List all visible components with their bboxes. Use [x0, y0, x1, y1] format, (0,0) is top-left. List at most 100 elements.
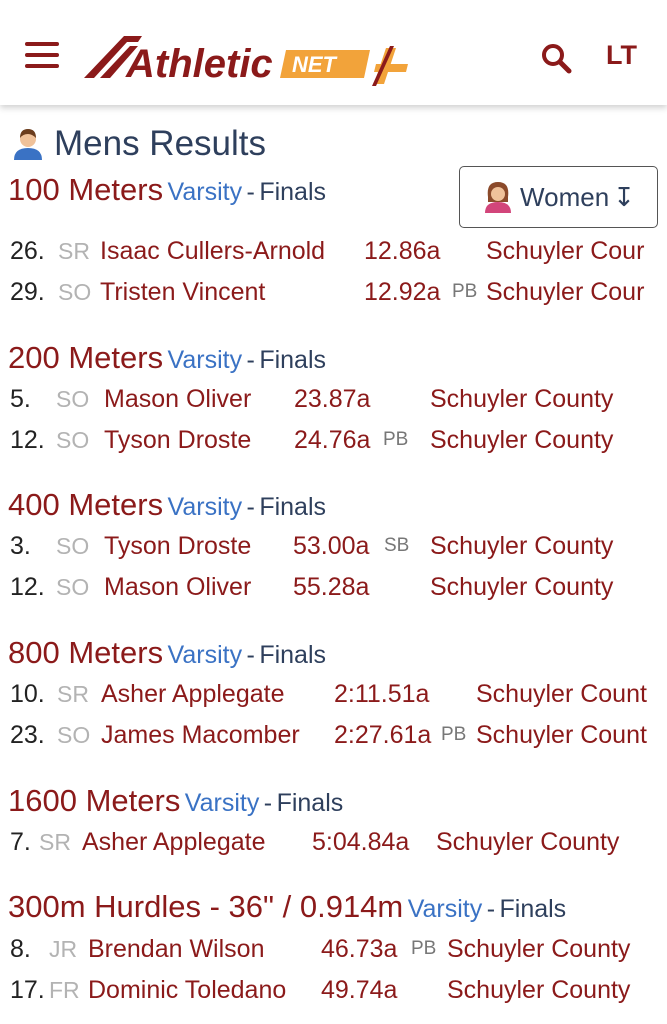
event-level[interactable]: Varsity	[168, 493, 243, 521]
result-row: 7. SR Asher Applegate 5:04.84a Schuyler …	[0, 822, 667, 862]
result-mark-link[interactable]: 12.92a	[364, 272, 440, 312]
page-title: Mens Results	[10, 122, 266, 166]
team-name-link[interactable]: Schuyler County	[447, 929, 630, 969]
result-note: PB	[441, 724, 467, 745]
team-name-link[interactable]: Schuyler Count	[476, 715, 647, 755]
result-mark-link[interactable]: 2:27.61a	[334, 715, 431, 755]
event-round: Finals	[259, 493, 327, 521]
team-name-link[interactable]: Schuyler Cour	[486, 231, 644, 271]
athlete-name-link[interactable]: Asher Applegate	[101, 674, 284, 714]
athlete-name-link[interactable]: Dominic Toledano	[88, 970, 286, 1010]
athlete-name-link[interactable]: Mason Oliver	[104, 379, 251, 419]
team-name-link[interactable]: Schuyler County	[430, 420, 613, 460]
result-place: 29.	[10, 278, 45, 306]
event-level[interactable]: Varsity	[168, 178, 243, 206]
athlete-name-link[interactable]: Asher Applegate	[82, 822, 265, 862]
event-separator: -	[246, 641, 255, 669]
event-name: 400 Meters	[8, 487, 164, 522]
event-header-200m: 200 Meters Varsity - Finals	[8, 340, 326, 376]
result-mark-link[interactable]: 24.76a	[294, 420, 370, 460]
athlete-name-link[interactable]: Tyson Droste	[104, 526, 251, 566]
women-results-button[interactable]: Women ↧	[459, 166, 658, 228]
event-level[interactable]: Varsity	[168, 346, 243, 374]
event-separator: -	[246, 346, 255, 374]
result-place: 8.	[10, 935, 31, 963]
result-mark-link[interactable]: 2:11.51a	[334, 674, 429, 714]
result-grade: SO	[56, 427, 90, 453]
result-place: 12.	[10, 573, 45, 601]
result-mark-link[interactable]: 46.73a	[321, 929, 397, 969]
result-place: 7.	[10, 828, 31, 856]
team-name-link[interactable]: Schuyler County	[436, 822, 619, 862]
event-header-300m-hurdles: 300m Hurdles - 36" / 0.914m Varsity - Fi…	[8, 889, 566, 925]
female-person-icon	[485, 182, 512, 213]
result-place: 12.	[10, 426, 45, 454]
event-round: Finals	[276, 789, 344, 817]
athlete-name-link[interactable]: Tyson Droste	[104, 420, 251, 460]
team-name-link[interactable]: Schuyler Cour	[486, 272, 644, 312]
event-name: 1600 Meters	[8, 783, 181, 818]
result-row: 29. SO Tristen Vincent 12.92a PB Schuyle…	[0, 272, 667, 312]
result-grade: SO	[56, 574, 90, 600]
event-level[interactable]: Varsity	[185, 789, 260, 817]
athlete-name-link[interactable]: Isaac Cullers-Arnold	[100, 231, 325, 271]
event-separator: -	[263, 789, 273, 817]
result-row: 23. SO James Macomber 2:27.61a PB Schuyl…	[0, 715, 667, 755]
result-place: 10.	[10, 680, 45, 708]
locale-button[interactable]: LT	[606, 40, 637, 71]
result-note: PB	[452, 281, 478, 302]
top-navigation-bar: Athletic NET LT	[0, 0, 667, 105]
athlete-name-link[interactable]: Mason Oliver	[104, 567, 251, 607]
team-name-link[interactable]: Schuyler County	[430, 526, 613, 566]
athlete-name-link[interactable]: Tristen Vincent	[100, 272, 265, 312]
result-mark-link[interactable]: 5:04.84a	[312, 822, 409, 862]
event-name: 300m Hurdles - 36" / 0.914m	[8, 889, 404, 924]
event-round: Finals	[259, 178, 327, 206]
search-icon[interactable]	[540, 42, 572, 74]
event-separator: -	[246, 493, 255, 521]
result-mark-link[interactable]: 12.86a	[364, 231, 440, 271]
team-name-link[interactable]: Schuyler County	[430, 379, 613, 419]
result-note: PB	[383, 429, 409, 450]
event-header-100m: 100 Meters Varsity - Finals	[8, 172, 326, 208]
result-row: 10. SR Asher Applegate 2:11.51a Schuyler…	[0, 674, 667, 714]
result-mark-link[interactable]: 55.28a	[293, 567, 369, 607]
team-name-link[interactable]: Schuyler County	[430, 567, 613, 607]
event-header-400m: 400 Meters Varsity - Finals	[8, 487, 326, 523]
result-mark-link[interactable]: 53.00a	[293, 526, 369, 566]
athlete-name-link[interactable]: James Macomber	[101, 715, 300, 755]
result-mark-link[interactable]: 49.74a	[321, 970, 397, 1010]
women-button-label: Women	[520, 181, 610, 212]
svg-text:NET: NET	[292, 52, 338, 77]
event-separator: -	[486, 895, 496, 923]
result-grade: SR	[57, 681, 89, 707]
event-header-1600m: 1600 Meters Varsity - Finals	[8, 783, 343, 819]
athlete-name-link[interactable]: Brendan Wilson	[88, 929, 264, 969]
hamburger-menu-icon[interactable]	[25, 40, 59, 70]
event-level[interactable]: Varsity	[168, 641, 243, 669]
result-row: 5. SO Mason Oliver 23.87a Schuyler Count…	[0, 379, 667, 419]
team-name-link[interactable]: Schuyler County	[447, 970, 630, 1010]
result-grade: JR	[49, 936, 78, 962]
result-row: 3. SO Tyson Droste 53.00a SB Schuyler Co…	[0, 526, 667, 566]
event-round: Finals	[259, 641, 327, 669]
athletic-net-logo[interactable]: Athletic NET	[80, 30, 420, 90]
result-grade: SO	[56, 386, 90, 412]
result-row: 26. SR Isaac Cullers-Arnold 12.86a Schuy…	[0, 231, 667, 271]
event-separator: -	[246, 178, 255, 206]
event-level[interactable]: Varsity	[408, 895, 483, 923]
result-note: SB	[384, 535, 410, 556]
event-round: Finals	[499, 895, 567, 923]
event-name: 800 Meters	[8, 635, 164, 670]
result-mark-link[interactable]: 23.87a	[294, 379, 370, 419]
result-grade: SO	[58, 279, 92, 305]
result-row: 12. SO Mason Oliver 55.28a Schuyler Coun…	[0, 567, 667, 607]
result-row: 8. JR Brendan Wilson 46.73a PB Schuyler …	[0, 929, 667, 969]
result-place: 3.	[10, 532, 31, 560]
result-grade: SO	[57, 722, 91, 748]
page-title-text: Mens Results	[54, 124, 267, 163]
event-name: 100 Meters	[8, 172, 164, 207]
team-name-link[interactable]: Schuyler Count	[476, 674, 647, 714]
result-grade: SR	[58, 238, 90, 264]
result-grade: SO	[56, 533, 90, 559]
